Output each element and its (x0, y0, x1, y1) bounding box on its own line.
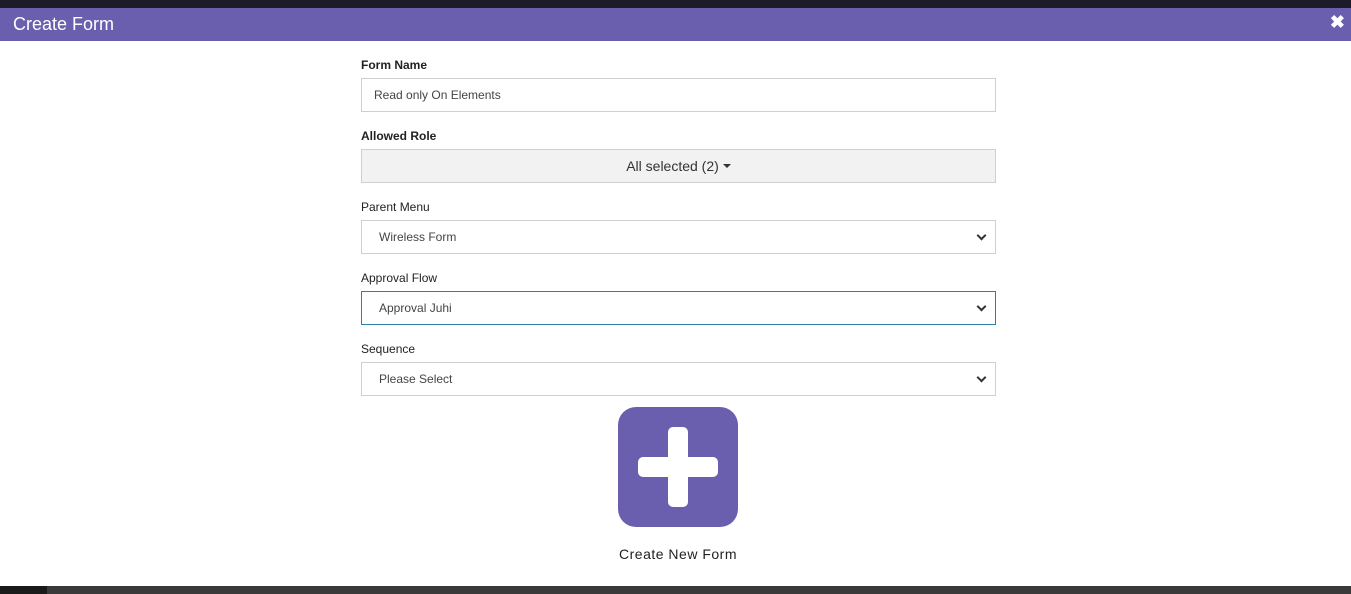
parent-menu-select[interactable]: Wireless Form (361, 220, 996, 254)
parent-menu-value: Wireless Form (379, 230, 457, 244)
create-new-form-button[interactable] (618, 407, 738, 527)
parent-menu-label: Parent Menu (361, 200, 430, 214)
create-form: Form Name Read only On Elements Allowed … (361, 56, 996, 396)
background-footer (0, 586, 1351, 594)
create-new-form-label[interactable]: Create New Form (619, 546, 737, 562)
sequence-value: Please Select (379, 372, 453, 386)
sequence-select[interactable]: Please Select (361, 362, 996, 396)
approval-flow-field: Approval Flow Approval Juhi (361, 269, 996, 325)
form-name-label: Form Name (361, 58, 428, 72)
create-form-modal: Create Form ✖ Form Name Read only On Ele… (0, 8, 1351, 586)
chevron-down-icon (976, 301, 987, 311)
close-icon[interactable]: ✖ (1330, 13, 1345, 31)
sequence-field: Sequence Please Select (361, 340, 996, 396)
approval-flow-value: Approval Juhi (379, 301, 452, 315)
allowed-role-field: Allowed Role All selected (2) (361, 127, 996, 183)
chevron-down-icon (976, 372, 987, 382)
caret-down-icon (722, 164, 731, 168)
allowed-role-multiselect[interactable]: All selected (2) (361, 149, 996, 183)
form-name-input[interactable]: Read only On Elements (361, 78, 996, 112)
approval-flow-label: Approval Flow (361, 271, 438, 285)
allowed-role-label: Allowed Role (361, 129, 437, 143)
form-name-value: Read only On Elements (374, 88, 501, 102)
allowed-role-value: All selected (2) (626, 158, 719, 174)
create-new-form: Create New Form (618, 407, 738, 562)
form-name-field: Form Name Read only On Elements (361, 56, 996, 112)
modal-header: Create Form ✖ (0, 8, 1351, 41)
parent-menu-field: Parent Menu Wireless Form (361, 198, 996, 254)
modal-title: Create Form (13, 14, 115, 34)
approval-flow-select[interactable]: Approval Juhi (361, 291, 996, 325)
chevron-down-icon (976, 230, 987, 240)
background-app-bar (0, 0, 1351, 8)
sequence-label: Sequence (361, 342, 416, 356)
